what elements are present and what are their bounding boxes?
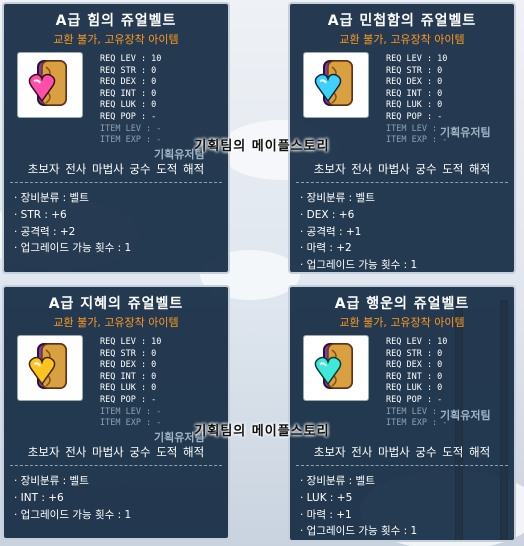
desc-line: · 공격력 : +1: [300, 225, 362, 238]
req-str: REQ STR : 0: [386, 348, 443, 359]
item-tooltip-luk-belt: A급 행운의 쥬얼벨트 교환 불가, 고유장착 아이템 REQ LEV : 10…: [288, 285, 516, 542]
desc-line: · STR : +6: [14, 208, 67, 221]
item-name: A급 민첩함의 쥬얼벨트: [327, 13, 477, 29]
desc-line: · 업그레이드 가능 횟수 : 1: [14, 242, 132, 255]
req-pop: REQ POP : -: [100, 111, 157, 122]
item-name: A급 지혜의 쥬얼벨트: [48, 296, 184, 312]
item-description: · 장비분류 : 벨트 · STR : +6 · 공격력 : +2 · 업그레이…: [14, 190, 131, 257]
req-int: REQ INT : 0: [386, 371, 443, 382]
req-dex: REQ DEX : 0: [100, 77, 157, 88]
req-pop: REQ POP : -: [100, 394, 157, 405]
item-icon-frame: [17, 52, 83, 118]
desc-line: · DEX : +6: [300, 208, 355, 221]
req-int: REQ INT : 0: [386, 88, 443, 99]
jewel-belt-icon: [314, 60, 353, 106]
requirement-stats: REQ LEV : 10 REQ STR : 0 REQ DEX : 0 REQ…: [386, 54, 447, 147]
req-level: REQ LEV : 10: [386, 54, 448, 64]
item-description: · 장비분류 : 벨트 · DEX : +6 · 공격력 : +1 · 마력 :…: [300, 190, 417, 274]
requirement-stats: REQ LEV : 10 REQ STR : 0 REQ DEX : 0 REQ…: [100, 54, 161, 147]
item-icon-frame: [303, 335, 369, 401]
desc-line: · 마력 : +2: [300, 242, 352, 255]
desc-line: · INT : +6: [14, 491, 64, 504]
job-requirements: 초보자 전사 마법사 궁수 도적 해적: [313, 162, 491, 176]
desc-line: · 장비분류 : 벨트: [14, 475, 89, 487]
item-description: · 장비분류 : 벨트 · INT : +6 · 업그레이드 가능 횟수 : 1: [14, 473, 131, 523]
item-level: ITEM LEV : -: [100, 123, 162, 134]
item-name: A급 행운의 쥬얼벨트: [334, 296, 470, 312]
req-dex: REQ DEX : 0: [386, 77, 443, 88]
req-str: REQ STR : 0: [100, 348, 157, 359]
divider: [296, 182, 508, 183]
req-luk: REQ LUK : 0: [386, 383, 443, 394]
item-icon-frame: [17, 335, 83, 401]
desc-line: · 업그레이드 가능 횟수 : 1: [300, 525, 418, 538]
req-str: REQ STR : 0: [100, 65, 157, 76]
divider: [10, 182, 222, 183]
item-restriction: 교환 불가, 고유장착 아이템: [339, 316, 465, 329]
desc-line: · 마력 : +1: [300, 508, 352, 521]
req-int: REQ INT : 0: [100, 371, 157, 382]
item-restriction: 교환 불가, 고유장착 아이템: [339, 33, 465, 46]
desc-line: · 업그레이드 가능 횟수 : 1: [14, 508, 132, 521]
item-restriction: 교환 불가, 고유장착 아이템: [53, 316, 179, 329]
desc-line: · LUK : +5: [300, 491, 353, 504]
divider: [10, 465, 222, 466]
job-requirements: 초보자 전사 마법사 궁수 도적 해적: [313, 445, 491, 459]
req-str: REQ STR : 0: [386, 65, 443, 76]
item-tooltip-int-belt: A급 지혜의 쥬얼벨트 교환 불가, 고유장착 아이템 REQ LEV : 10…: [2, 285, 230, 540]
req-int: REQ INT : 0: [100, 88, 157, 99]
req-dex: REQ DEX : 0: [386, 360, 443, 371]
divider: [296, 465, 508, 466]
jewel-belt-icon: [28, 343, 67, 389]
desc-line: · 업그레이드 가능 횟수 : 1: [300, 259, 418, 272]
item-name: A급 힘의 쥬얼벨트: [55, 13, 177, 29]
jewel-belt-icon: [28, 60, 67, 106]
req-level: REQ LEV : 10: [100, 337, 162, 347]
req-dex: REQ DEX : 0: [100, 360, 157, 371]
req-luk: REQ LUK : 0: [100, 100, 157, 111]
req-pop: REQ POP : -: [386, 394, 443, 405]
req-luk: REQ LUK : 0: [386, 100, 443, 111]
desc-line: · 장비분류 : 벨트: [300, 192, 375, 204]
item-restriction: 교환 불가, 고유장착 아이템: [53, 33, 179, 46]
req-level: REQ LEV : 10: [100, 54, 162, 64]
job-requirements: 초보자 전사 마법사 궁수 도적 해적: [27, 445, 205, 459]
item-level: ITEM LEV : -: [386, 406, 448, 417]
item-icon-frame: [303, 52, 369, 118]
req-level: REQ LEV : 10: [386, 337, 448, 347]
job-requirements: 초보자 전사 마법사 궁수 도적 해적: [27, 162, 205, 176]
item-level: ITEM LEV : -: [100, 406, 162, 417]
jewel-belt-icon: [314, 343, 353, 389]
watermark-top: 기획팀의 메이플스토리: [194, 139, 330, 154]
desc-line: · 공격력 : +2: [14, 225, 76, 238]
watermark-bottom: 기획팀의 메이플스토리: [194, 424, 330, 439]
req-pop: REQ POP : -: [386, 111, 443, 122]
item-description: · 장비분류 : 벨트 · LUK : +5 · 마력 : +1 · 업그레이드…: [300, 473, 417, 540]
item-level: ITEM LEV : -: [386, 123, 448, 134]
requirement-stats: REQ LEV : 10 REQ STR : 0 REQ DEX : 0 REQ…: [386, 337, 447, 430]
desc-line: · 장비분류 : 벨트: [14, 192, 89, 204]
desc-line: · 장비분류 : 벨트: [300, 475, 375, 487]
req-luk: REQ LUK : 0: [100, 383, 157, 394]
requirement-stats: REQ LEV : 10 REQ STR : 0 REQ DEX : 0 REQ…: [100, 337, 161, 430]
